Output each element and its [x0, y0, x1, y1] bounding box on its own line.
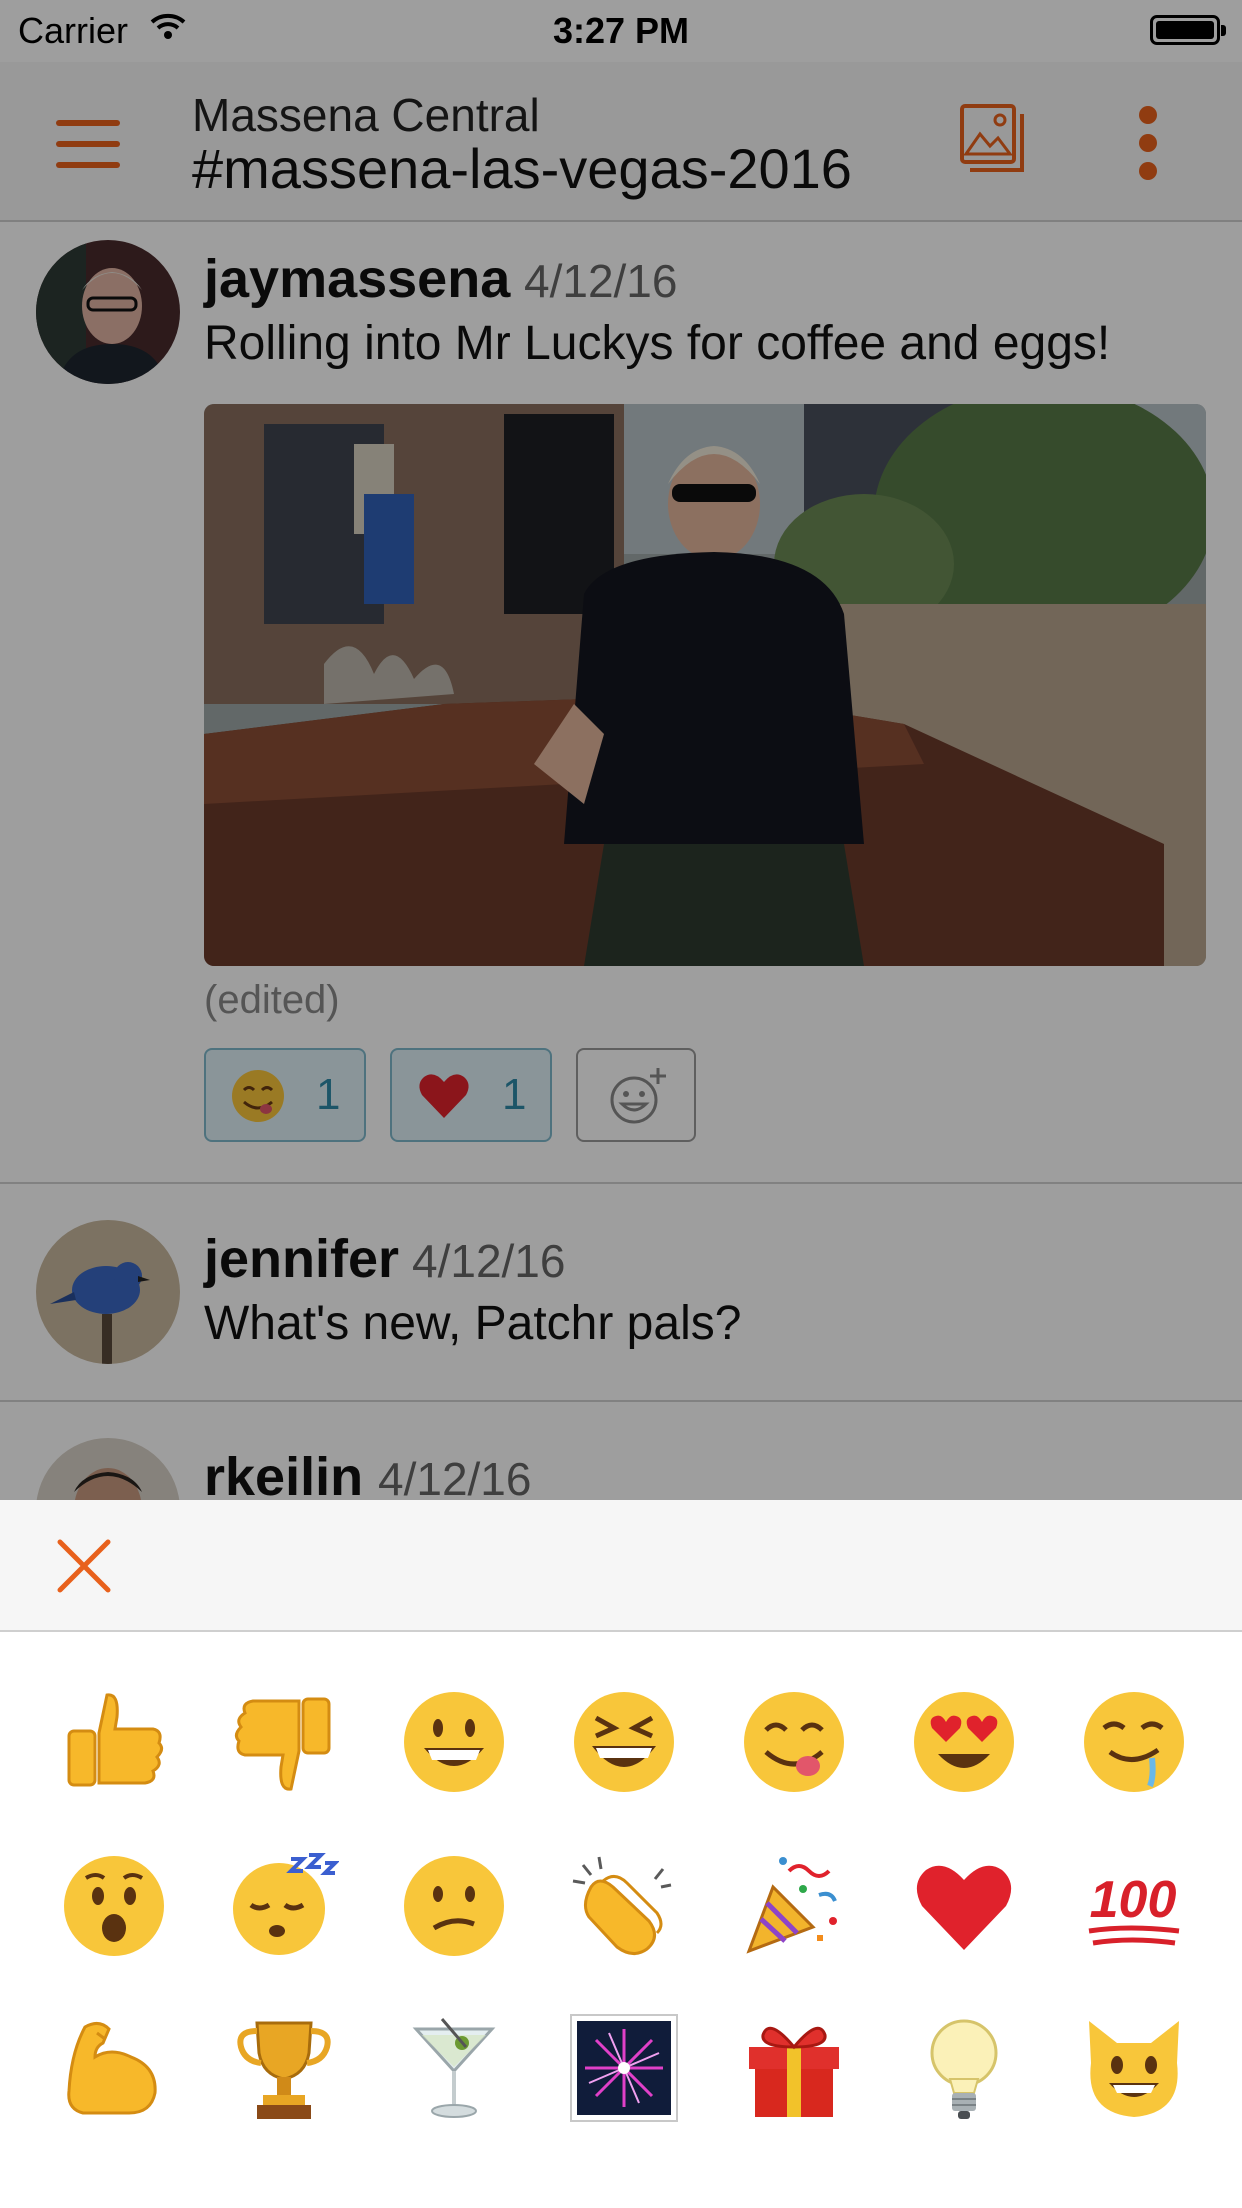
group-name: Massena Central: [192, 89, 540, 141]
message-date: 4/12/16: [378, 1453, 532, 1500]
heart-eyes-face-icon[interactable]: [904, 1682, 1024, 1802]
more-options-icon[interactable]: [1136, 106, 1160, 180]
wrapped-gift-icon[interactable]: [734, 2008, 854, 2128]
drooling-face-icon[interactable]: [1074, 1682, 1194, 1802]
author-name[interactable]: jaymassena: [204, 248, 510, 310]
picker-toolbar: [0, 1500, 1242, 1632]
message-date: 4/12/16: [524, 255, 678, 307]
message-item: jennifer 4/12/16 What's new, Patchr pals…: [0, 1184, 1242, 1402]
thumbs-down-icon[interactable]: [224, 1682, 344, 1802]
flexed-biceps-icon[interactable]: [54, 2008, 174, 2128]
status-bar: Carrier 3:27 PM: [0, 0, 1242, 62]
reaction-count: 1: [316, 1070, 341, 1119]
clapping-hands-icon[interactable]: [564, 1846, 684, 1966]
screen: Carrier 3:27 PM Massena Central #massena…: [0, 0, 1242, 2208]
channel-title[interactable]: #massena-las-vegas-2016: [192, 136, 852, 201]
yum-face-icon: [232, 1070, 284, 1122]
reaction-count: 1: [502, 1070, 527, 1119]
navigation-bar: Massena Central #massena-las-vegas-2016: [0, 62, 1242, 222]
clock: 3:27 PM: [552, 10, 690, 51]
reaction-heart[interactable]: 1: [390, 1048, 552, 1142]
add-reaction-button[interactable]: [576, 1048, 696, 1142]
cocktail-glass-icon[interactable]: [394, 2008, 514, 2128]
menu-icon[interactable]: [56, 120, 120, 168]
avatar[interactable]: [36, 1220, 180, 1364]
message-photo[interactable]: [204, 404, 1206, 966]
confused-face-icon[interactable]: [394, 1846, 514, 1966]
author-name[interactable]: rkeilin: [204, 1446, 363, 1500]
party-popper-icon[interactable]: [734, 1846, 854, 1966]
red-heart-icon[interactable]: [904, 1846, 1024, 1966]
reaction-yum[interactable]: 1: [204, 1048, 366, 1142]
author-name[interactable]: jennifer: [204, 1228, 399, 1290]
astonished-face-icon[interactable]: [54, 1846, 174, 1966]
trophy-icon[interactable]: [224, 2008, 344, 2128]
laughing-face-icon[interactable]: [564, 1682, 684, 1802]
sleeping-face-icon[interactable]: [224, 1846, 344, 1966]
photos-icon[interactable]: [958, 102, 1026, 174]
message-text: What's new, Patchr pals?: [204, 1297, 742, 1350]
fireworks-icon[interactable]: [564, 2008, 684, 2128]
avatar[interactable]: [36, 240, 180, 384]
add-emoji-icon: [610, 1068, 666, 1124]
light-bulb-icon[interactable]: [904, 2008, 1024, 2128]
message-item: rkeilin 4/12/16: [0, 1402, 1242, 1500]
yum-face-icon[interactable]: [734, 1682, 854, 1802]
edited-label: (edited): [204, 978, 340, 1022]
emoji-picker: 100: [0, 1500, 1242, 2208]
message-text: Rolling into Mr Luckys for coffee and eg…: [204, 317, 1111, 370]
message-date: 4/12/16: [412, 1235, 566, 1287]
avatar[interactable]: [36, 1438, 180, 1500]
close-icon[interactable]: [56, 1538, 112, 1594]
battery-icon: [1150, 15, 1226, 45]
smiley-cat-icon[interactable]: [1074, 2008, 1194, 2128]
message-item: jaymassena 4/12/16 Rolling into Mr Lucky…: [0, 222, 1242, 1184]
grinning-face-icon[interactable]: [394, 1682, 514, 1802]
svg-text:100: 100: [1090, 1871, 1177, 1929]
thumbs-up-icon[interactable]: [54, 1682, 174, 1802]
message-feed: Carrier 3:27 PM Massena Central #massena…: [0, 0, 1242, 1500]
hundred-points-icon[interactable]: 100: [1074, 1846, 1194, 1966]
red-heart-icon: [419, 1074, 469, 1118]
